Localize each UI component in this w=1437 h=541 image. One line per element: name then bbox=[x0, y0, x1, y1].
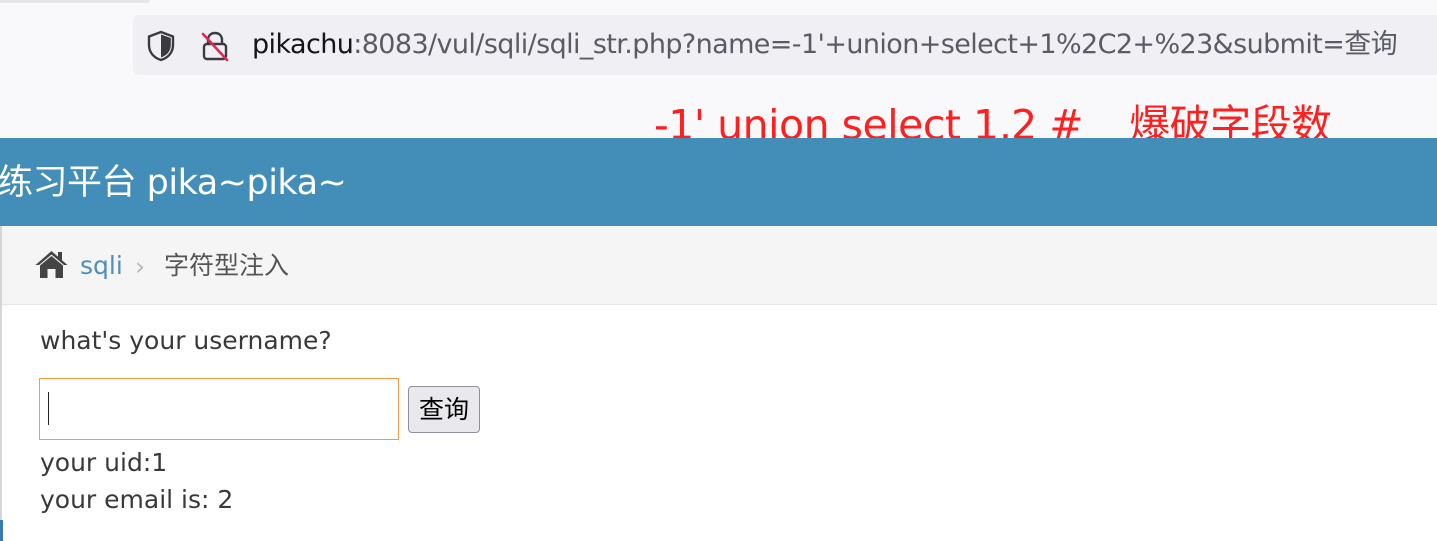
text-caret bbox=[48, 392, 49, 425]
url-path: :8083/vul/sqli/sqli_str.php?name=-1'+uni… bbox=[353, 29, 1398, 60]
query-button[interactable]: 查询 bbox=[408, 386, 480, 433]
shield-icon[interactable] bbox=[146, 30, 176, 62]
home-icon[interactable] bbox=[34, 249, 69, 279]
tab-strip-edge bbox=[0, 0, 150, 3]
username-prompt: what's your username? bbox=[40, 326, 332, 355]
breadcrumb-current: 字符型注入 bbox=[164, 251, 290, 280]
site-title: 练习平台 pika~pika~ bbox=[0, 163, 347, 203]
username-input[interactable] bbox=[39, 378, 399, 440]
result-email: your email is: 2 bbox=[40, 485, 234, 514]
result-uid: your uid:1 bbox=[40, 448, 168, 477]
breadcrumb-link-sqli[interactable]: sqli bbox=[80, 250, 123, 282]
sidebar-accent bbox=[0, 520, 3, 541]
lock-icon[interactable] bbox=[200, 30, 230, 62]
breadcrumb-separator: › bbox=[135, 252, 145, 281]
url-host: pikachu bbox=[252, 29, 354, 60]
url-text[interactable]: pikachu:8083/vul/sqli/sqli_str.php?name=… bbox=[252, 28, 1398, 62]
